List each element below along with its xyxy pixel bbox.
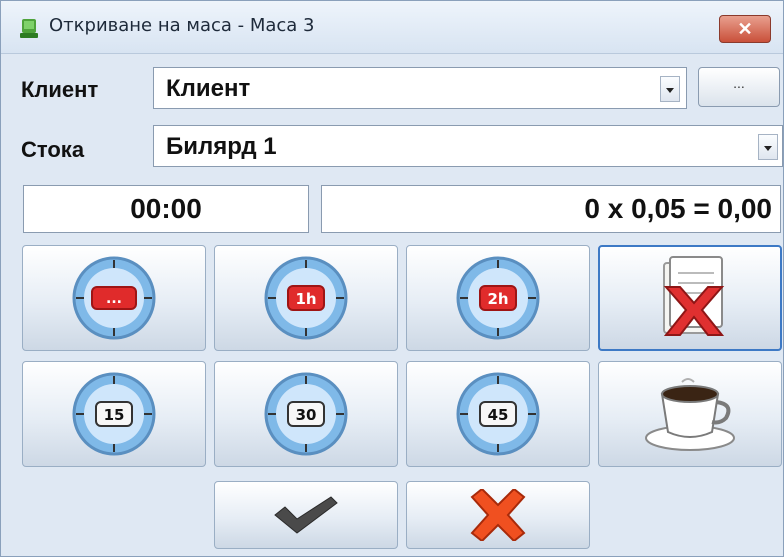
- chevron-down-icon[interactable]: [758, 134, 778, 160]
- coffee-cup-icon: [645, 378, 735, 451]
- delete-document-icon: [663, 256, 725, 336]
- timer-30-icon: 30: [264, 372, 348, 456]
- forty-five-minutes-button[interactable]: 45: [406, 361, 590, 467]
- close-button[interactable]: ✕: [719, 15, 771, 43]
- two-hours-button[interactable]: 2h: [406, 245, 590, 351]
- cancel-button[interactable]: [406, 481, 590, 549]
- timer-open-icon: ...: [72, 256, 156, 340]
- timer-1h-label: 1h: [295, 290, 316, 308]
- client-select[interactable]: Клиент: [153, 67, 687, 109]
- timer-15-icon: 15: [72, 372, 156, 456]
- timer-45-label: 45: [488, 406, 509, 424]
- timer-45-icon: 45: [456, 372, 540, 456]
- title-bar: Откриване на маса - Маса 3 ✕: [1, 1, 783, 54]
- window-title: Откриване на маса - Маса 3: [49, 15, 315, 36]
- timer-open-label: ...: [106, 291, 122, 307]
- cancel-table-button[interactable]: [598, 245, 782, 351]
- close-x-icon: [470, 489, 526, 541]
- client-more-button[interactable]: ...: [698, 67, 780, 107]
- product-label: Стока: [21, 137, 85, 162]
- app-icon: [20, 19, 38, 38]
- dialog-window: Откриване на маса - Маса 3 ✕ Клиент Клие…: [0, 0, 784, 557]
- timer-1h-icon: 1h: [264, 256, 348, 340]
- chevron-down-icon[interactable]: [660, 76, 680, 102]
- client-label: Клиент: [21, 77, 99, 102]
- timer-2h-label: 2h: [487, 290, 508, 308]
- open-timer-button[interactable]: ...: [22, 245, 206, 351]
- price-display: 0 x 0,05 = 0,00: [321, 185, 781, 233]
- timer-2h-icon: 2h: [456, 256, 540, 340]
- coffee-button[interactable]: [598, 361, 782, 467]
- one-hour-button[interactable]: 1h: [214, 245, 398, 351]
- confirm-button[interactable]: [214, 481, 398, 549]
- timer-15-label: 15: [104, 406, 125, 424]
- time-display: 00:00: [23, 185, 309, 233]
- timer-30-label: 30: [296, 406, 317, 424]
- product-select[interactable]: Билярд 1: [153, 125, 783, 167]
- checkmark-icon: [274, 496, 338, 534]
- client-value: Клиент: [166, 75, 251, 102]
- fifteen-minutes-button[interactable]: 15: [22, 361, 206, 467]
- thirty-minutes-button[interactable]: 30: [214, 361, 398, 467]
- product-value: Билярд 1: [166, 133, 277, 160]
